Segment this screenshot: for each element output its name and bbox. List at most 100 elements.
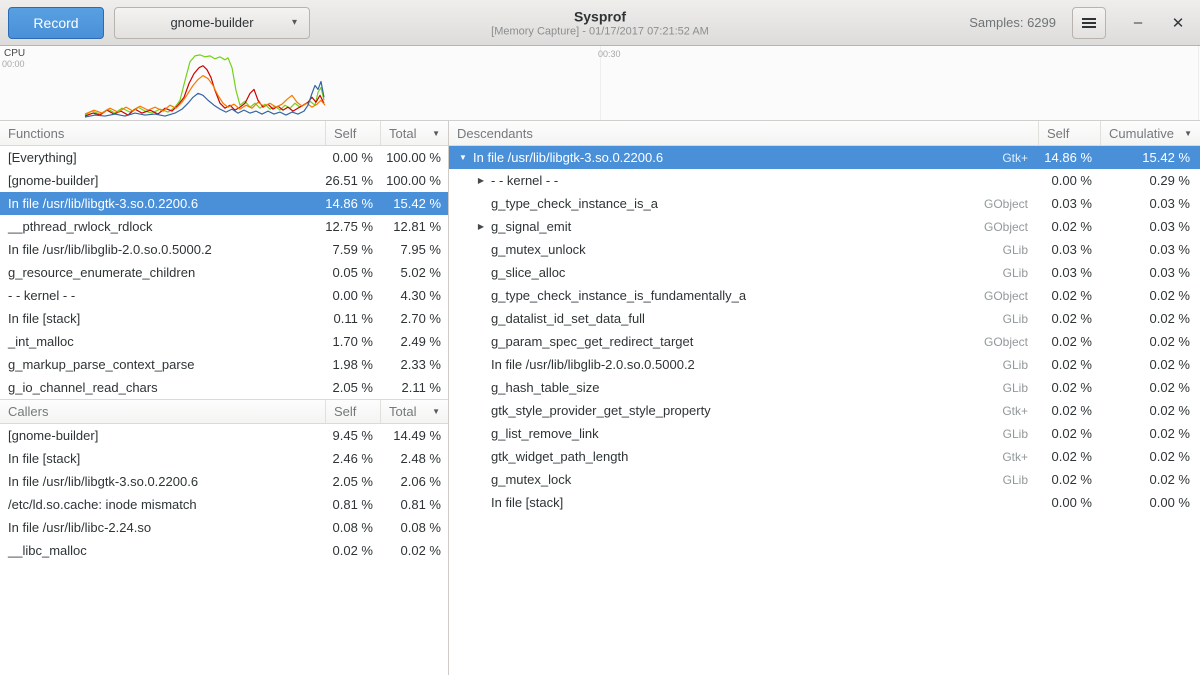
expander-open-icon[interactable]: ▼: [455, 153, 471, 162]
library-tag: GObject: [984, 335, 1038, 349]
callers-table: Callers Self Total ▼ [gnome-builder]9.45…: [0, 399, 448, 562]
table-row[interactable]: g_hash_table_sizeGLib0.02 %0.02 %: [449, 376, 1200, 399]
table-row[interactable]: In file /usr/lib/libglib-2.0.so.0.5000.2…: [0, 238, 448, 261]
main-panes: Functions Self Total ▼ [Everything]0.00 …: [0, 121, 1200, 675]
table-row[interactable]: In file /usr/lib/libglib-2.0.so.0.5000.2…: [449, 353, 1200, 376]
cpu-label: CPU: [4, 48, 25, 59]
cpu-graph[interactable]: CPU 00:00 00:30: [0, 46, 1200, 121]
self-value: 2.05 %: [325, 380, 380, 395]
table-row[interactable]: In file /usr/lib/libgtk-3.so.0.2200.614.…: [0, 192, 448, 215]
column-header-total-label: Total: [389, 126, 416, 141]
table-row[interactable]: - - kernel - -0.00 %4.30 %: [0, 284, 448, 307]
library-tag: Gtk+: [1002, 151, 1038, 165]
table-row[interactable]: gtk_style_provider_get_style_propertyGtk…: [449, 399, 1200, 422]
total-value: 0.08 %: [380, 520, 448, 535]
table-row[interactable]: [gnome-builder]26.51 %100.00 %: [0, 169, 448, 192]
table-row[interactable]: g_type_check_instance_is_aGObject0.03 %0…: [449, 192, 1200, 215]
library-tag: Gtk+: [1002, 404, 1038, 418]
function-name: g_mutex_lock: [489, 472, 1003, 487]
table-row[interactable]: /etc/ld.so.cache: inode mismatch0.81 %0.…: [0, 493, 448, 516]
function-name: - - kernel - -: [489, 173, 1028, 188]
self-value: 9.45 %: [325, 428, 380, 443]
table-row[interactable]: g_param_spec_get_redirect_targetGObject0…: [449, 330, 1200, 353]
table-row[interactable]: __pthread_rwlock_rdlock12.75 %12.81 %: [0, 215, 448, 238]
function-name: In file /usr/lib/libgtk-3.so.0.2200.6: [0, 196, 325, 211]
table-row[interactable]: In file [stack]2.46 %2.48 %: [0, 447, 448, 470]
sysprof-window: Record gnome-builder ▾ Sysprof [Memory C…: [0, 0, 1200, 675]
expander-closed-icon[interactable]: ▶: [473, 222, 489, 231]
table-row[interactable]: g_io_channel_read_chars2.05 %2.11 %: [0, 376, 448, 399]
close-button[interactable]: ✕: [1164, 9, 1192, 37]
total-value: 7.95 %: [380, 242, 448, 257]
function-name: gtk_style_provider_get_style_property: [489, 403, 1002, 418]
total-value: 0.02 %: [380, 543, 448, 558]
table-row[interactable]: _int_malloc1.70 %2.49 %: [0, 330, 448, 353]
callers-header: Callers Self Total ▼: [0, 399, 448, 424]
column-header-descendants[interactable]: Descendants: [449, 121, 1038, 145]
table-row[interactable]: g_markup_parse_context_parse1.98 %2.33 %: [0, 353, 448, 376]
self-value: 2.46 %: [325, 451, 380, 466]
table-row[interactable]: gtk_widget_path_lengthGtk+0.02 %0.02 %: [449, 445, 1200, 468]
cumulative-value: 15.42 %: [1100, 150, 1200, 165]
function-name: [gnome-builder]: [0, 173, 325, 188]
self-value: 0.02 %: [1038, 426, 1100, 441]
record-button[interactable]: Record: [8, 7, 104, 39]
descendants-body: ▼In file /usr/lib/libgtk-3.so.0.2200.6Gt…: [449, 146, 1200, 514]
table-row[interactable]: [gnome-builder]9.45 %14.49 %: [0, 424, 448, 447]
self-value: 7.59 %: [325, 242, 380, 257]
function-name: g_type_check_instance_is_fundamentally_a: [489, 288, 984, 303]
table-row[interactable]: g_datalist_id_set_data_fullGLib0.02 %0.0…: [449, 307, 1200, 330]
table-row[interactable]: g_resource_enumerate_children0.05 %5.02 …: [0, 261, 448, 284]
column-header-self[interactable]: Self: [325, 400, 380, 423]
cumulative-value: 0.03 %: [1100, 219, 1200, 234]
table-row[interactable]: ▶- - kernel - -0.00 %0.29 %: [449, 169, 1200, 192]
table-row[interactable]: g_mutex_unlockGLib0.03 %0.03 %: [449, 238, 1200, 261]
function-name: In file /usr/lib/libc-2.24.so: [0, 520, 325, 535]
menu-button[interactable]: [1072, 7, 1106, 39]
column-header-callers[interactable]: Callers: [0, 400, 325, 423]
column-header-self[interactable]: Self: [1038, 121, 1100, 145]
minimize-button[interactable]: –: [1124, 9, 1152, 37]
function-name: - - kernel - -: [0, 288, 325, 303]
headerbar: Record gnome-builder ▾ Sysprof [Memory C…: [0, 0, 1200, 46]
chevron-down-icon: ▾: [292, 17, 297, 28]
table-row[interactable]: [Everything]0.00 %100.00 %: [0, 146, 448, 169]
column-header-total-label: Total: [389, 404, 416, 419]
column-header-total[interactable]: Total ▼: [380, 400, 448, 423]
total-value: 2.06 %: [380, 474, 448, 489]
table-row[interactable]: In file /usr/lib/libgtk-3.so.0.2200.62.0…: [0, 470, 448, 493]
function-name: [Everything]: [0, 150, 325, 165]
table-row[interactable]: ▶g_signal_emitGObject0.02 %0.03 %: [449, 215, 1200, 238]
total-value: 2.48 %: [380, 451, 448, 466]
cumulative-value: 0.02 %: [1100, 403, 1200, 418]
function-name: _int_malloc: [0, 334, 325, 349]
column-header-functions[interactable]: Functions: [0, 121, 325, 145]
column-header-self[interactable]: Self: [325, 121, 380, 145]
hamburger-icon: [1082, 22, 1096, 24]
total-value: 12.81 %: [380, 219, 448, 234]
table-row[interactable]: g_slice_allocGLib0.03 %0.03 %: [449, 261, 1200, 284]
table-row[interactable]: g_type_check_instance_is_fundamentally_a…: [449, 284, 1200, 307]
table-row[interactable]: In file /usr/lib/libc-2.24.so0.08 %0.08 …: [0, 516, 448, 539]
expander-closed-icon[interactable]: ▶: [473, 176, 489, 185]
column-header-cumulative[interactable]: Cumulative ▼: [1100, 121, 1200, 145]
cumulative-value: 0.02 %: [1100, 426, 1200, 441]
table-row[interactable]: __libc_malloc0.02 %0.02 %: [0, 539, 448, 562]
table-row[interactable]: g_mutex_lockGLib0.02 %0.02 %: [449, 468, 1200, 491]
table-row[interactable]: In file [stack]0.00 %0.00 %: [449, 491, 1200, 514]
samples-count: Samples: 6299: [969, 15, 1056, 30]
table-row[interactable]: ▼In file /usr/lib/libgtk-3.so.0.2200.6Gt…: [449, 146, 1200, 169]
total-value: 14.49 %: [380, 428, 448, 443]
process-selector-dropdown[interactable]: gnome-builder ▾: [114, 7, 310, 39]
function-name: [gnome-builder]: [0, 428, 325, 443]
window-title-block: Sysprof [Memory Capture] - 01/17/2017 07…: [491, 8, 709, 37]
cumulative-value: 0.29 %: [1100, 173, 1200, 188]
function-name: g_list_remove_link: [489, 426, 1003, 441]
library-tag: GObject: [984, 289, 1038, 303]
table-row[interactable]: In file [stack]0.11 %2.70 %: [0, 307, 448, 330]
cumulative-value: 0.03 %: [1100, 196, 1200, 211]
column-header-total[interactable]: Total ▼: [380, 121, 448, 145]
function-name: g_param_spec_get_redirect_target: [489, 334, 984, 349]
cumulative-value: 0.00 %: [1100, 495, 1200, 510]
table-row[interactable]: g_list_remove_linkGLib0.02 %0.02 %: [449, 422, 1200, 445]
